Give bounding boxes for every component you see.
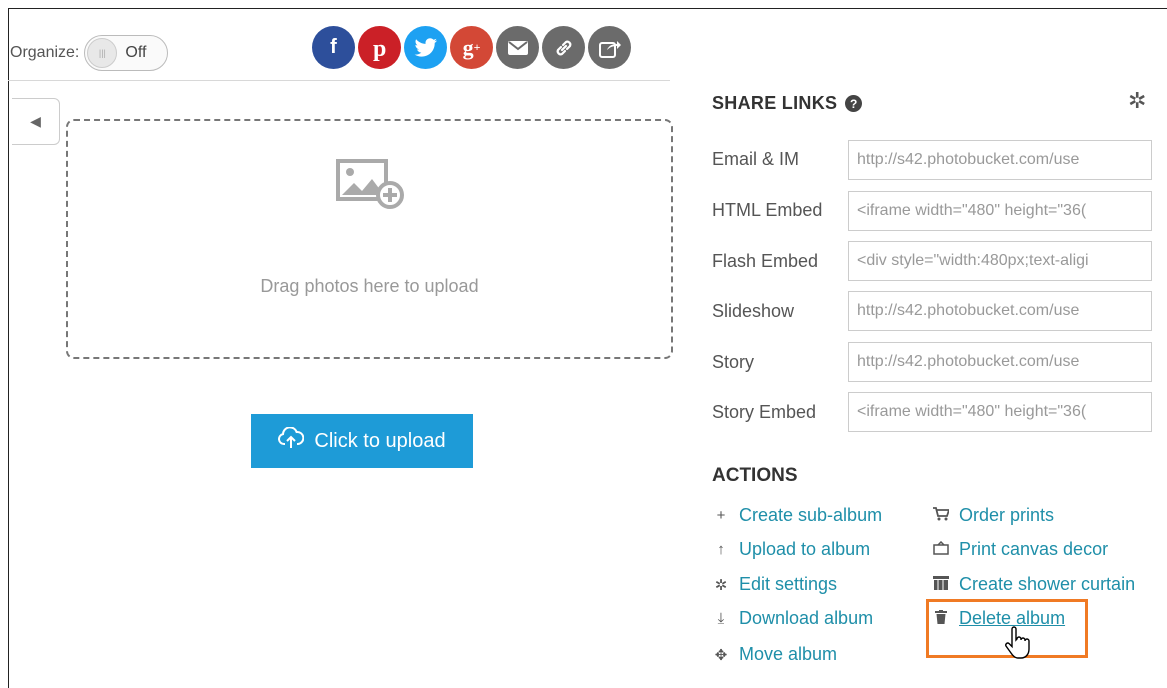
action-label: Upload to album [739,539,871,559]
upload-to-album-link[interactable]: ↑ Upload to album [710,539,870,560]
action-label: Print canvas decor [959,539,1109,559]
pinterest-icon[interactable]: p [358,26,401,69]
link-icon[interactable] [542,26,585,69]
chevron-left-icon: ◀ [30,113,41,129]
action-label: Create shower curtain [959,574,1136,594]
svg-text:p: p [373,36,386,61]
cloud-upload-icon [278,426,305,455]
share-links-title: SHARE LINKS [712,93,838,113]
upload-button-label: Click to upload [314,429,446,452]
collapse-panel-button[interactable]: ◀ [12,98,60,145]
gear-icon: ✲ [714,576,728,594]
organize-label: Organize: [10,44,80,61]
action-label: Order prints [959,505,1055,525]
flash-embed-link-field[interactable]: <div style="width:480px;text-aligi [848,241,1152,281]
organize-control: Organize: ||| Off [10,35,169,71]
gear-icon[interactable]: ✲ [1128,88,1146,114]
action-label: Move album [739,644,838,664]
arrow-up-icon: ↑ [717,541,725,558]
organize-toggle[interactable]: ||| Off [84,35,169,71]
link-label: Story Embed [712,402,817,422]
actions-heading: ACTIONS [712,465,798,486]
link-label: Flash Embed [712,251,819,271]
order-prints-link[interactable]: Order prints [930,505,1054,526]
download-icon: ⤓ [717,610,725,627]
hand-cursor-icon [1004,626,1030,665]
share-links-heading: SHARE LINKS ? [712,93,863,114]
slideshow-link-field[interactable]: http://s42.photobucket.com/use [848,291,1152,331]
move-icon: ✥ [714,646,728,664]
action-label: Create sub-album [739,505,883,525]
share-icon[interactable] [588,26,631,69]
toggle-knob: ||| [87,38,118,68]
cart-icon [930,506,952,525]
story-link-field[interactable]: http://s42.photobucket.com/use [848,342,1152,382]
story-embed-link-field[interactable]: <iframe width="480" height="36( [848,392,1152,432]
help-icon[interactable]: ? [845,95,863,112]
plus-icon: + [716,507,726,524]
download-album-link[interactable]: ⤓ Download album [710,608,873,629]
toggle-state: Off [125,44,147,61]
action-label: Edit settings [739,574,838,594]
google-plus-icon[interactable]: g + [450,26,493,69]
create-sub-album-link[interactable]: + Create sub-album [710,505,882,526]
link-label: Email & IM [712,149,800,169]
upload-dropzone[interactable]: Drag photos here to upload [66,119,673,359]
action-label: Download album [739,608,874,628]
link-label: HTML Embed [712,200,823,220]
move-album-link[interactable]: ✥ Move album [710,644,837,665]
email-icon[interactable] [496,26,539,69]
print-canvas-decor-link[interactable]: Print canvas decor [930,539,1108,560]
html-embed-link-field[interactable]: <iframe width="480" height="36( [848,191,1152,231]
dropzone-text: Drag photos here to upload [260,276,479,296]
facebook-icon[interactable]: f [312,26,355,69]
click-to-upload-button[interactable]: Click to upload [251,414,473,468]
curtain-icon [930,575,952,594]
canvas-icon [930,540,952,559]
edit-settings-link[interactable]: ✲ Edit settings [710,574,837,595]
link-label: Story [712,352,755,372]
twitter-icon[interactable] [404,26,447,69]
email-im-link-field[interactable]: http://s42.photobucket.com/use [848,140,1152,180]
create-shower-curtain-link[interactable]: Create shower curtain [930,574,1135,595]
social-share-bar: f p g + [312,26,631,69]
toolbar-divider [8,80,670,81]
link-label: Slideshow [712,301,795,321]
add-photo-icon [336,157,406,214]
